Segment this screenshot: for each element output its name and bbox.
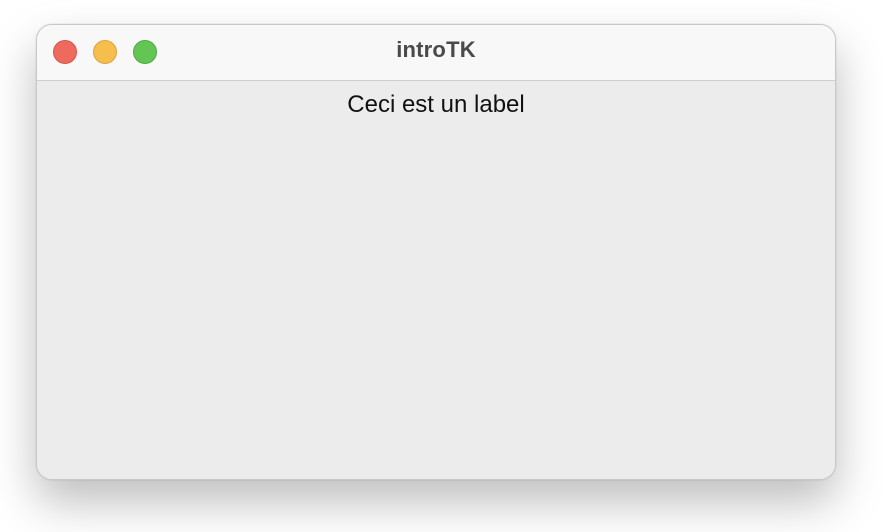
app-window: introTK Ceci est un label — [36, 24, 836, 480]
window-content: Ceci est un label — [37, 81, 835, 479]
window-title: introTK — [396, 37, 476, 62]
title-bar: introTK — [37, 25, 835, 81]
content-label: Ceci est un label — [347, 91, 525, 118]
desktop-background: introTK Ceci est un label — [0, 0, 888, 532]
